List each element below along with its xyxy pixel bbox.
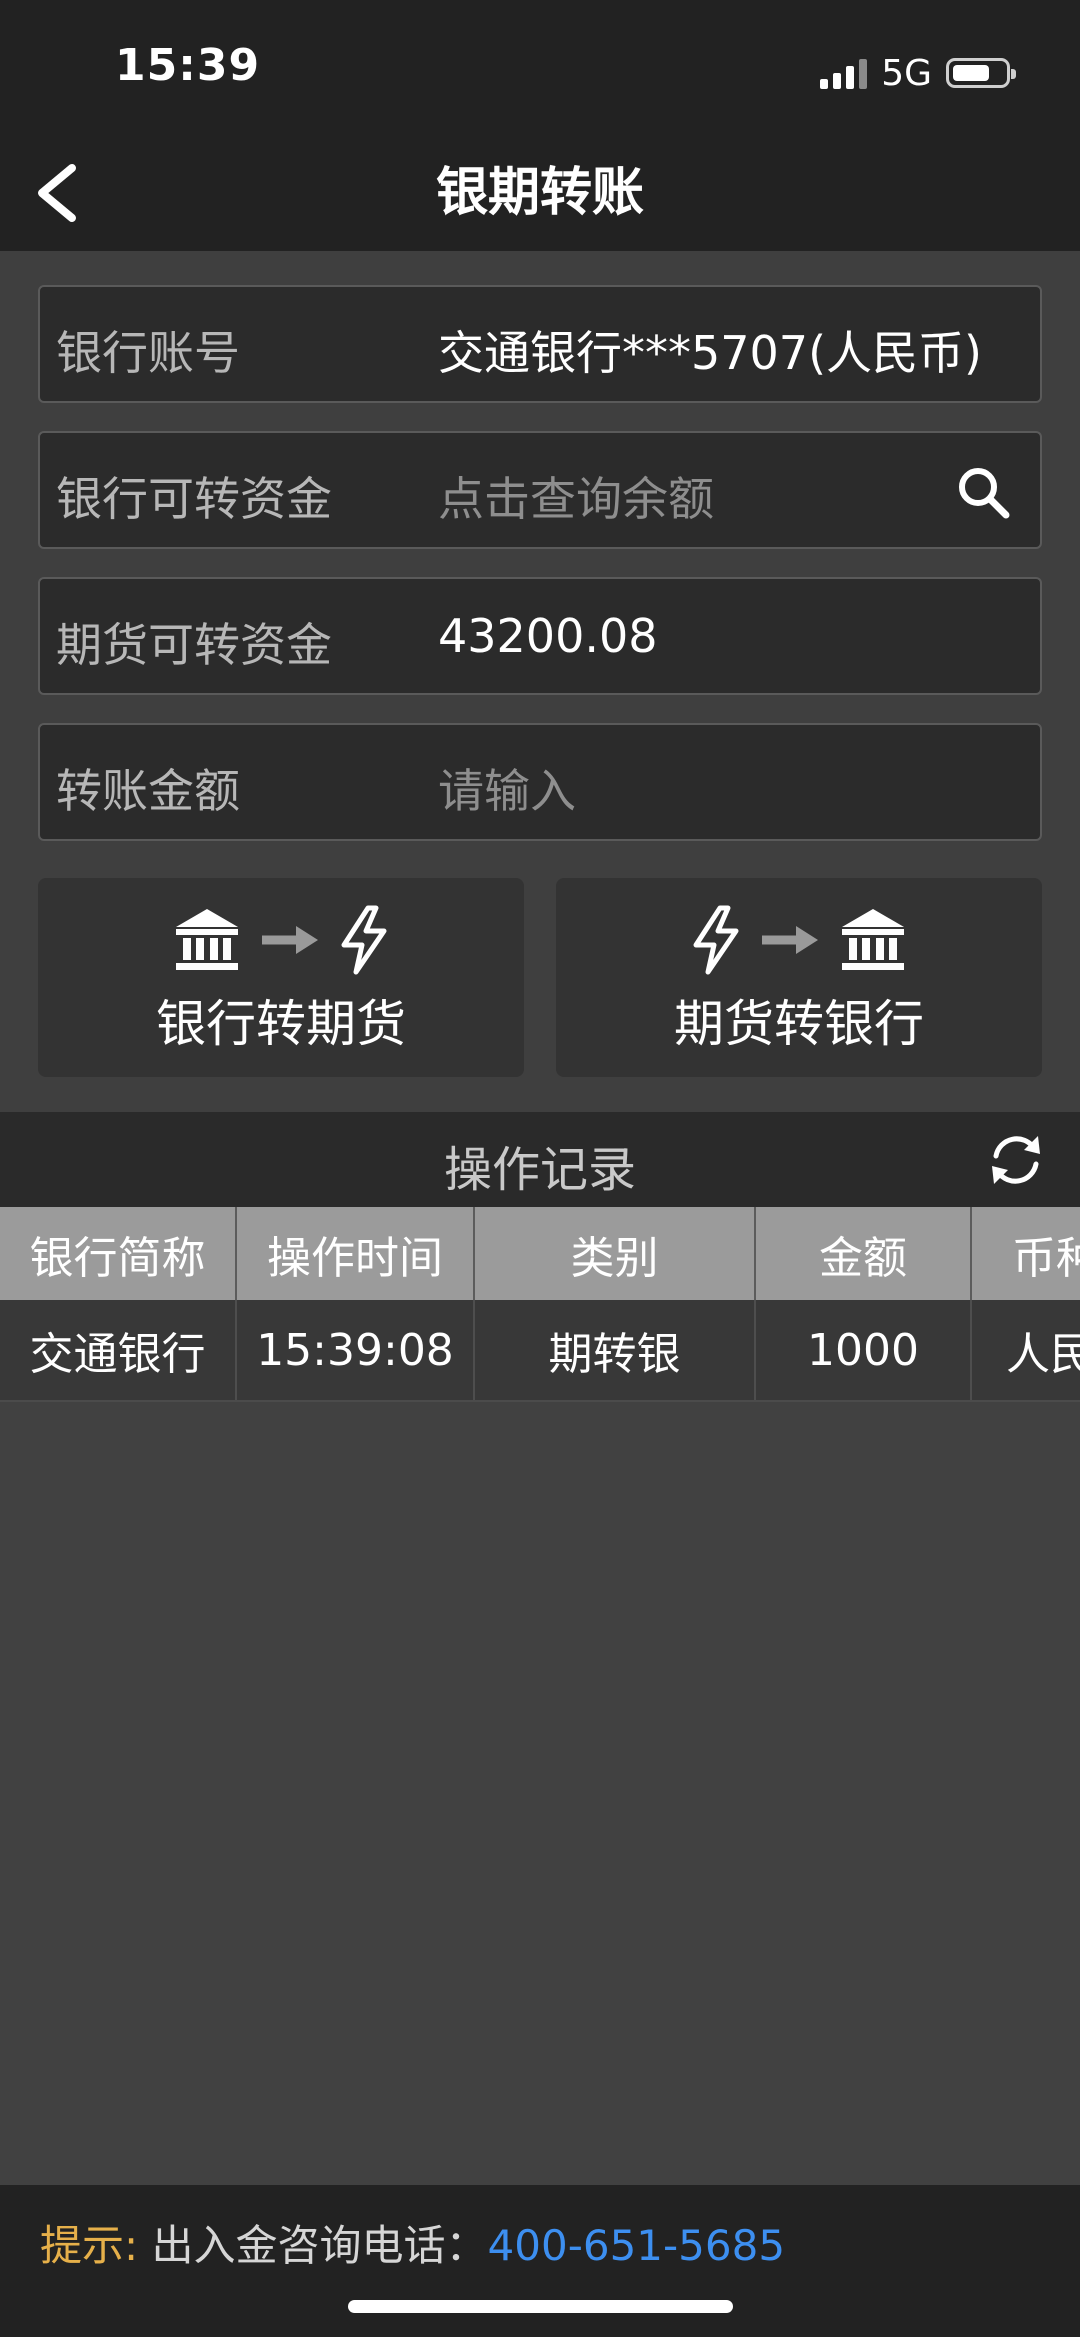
tip-text: 出入金咨询电话： — [151, 2221, 488, 2270]
transfer-amount-label: 转账金额 — [56, 764, 240, 818]
lightning-icon — [693, 905, 739, 975]
phone-link[interactable]: 400-651-5685 — [488, 2221, 786, 2270]
bank-to-futures-label: 银行转期货 — [156, 995, 406, 1053]
refresh-icon[interactable] — [986, 1130, 1046, 1190]
table-row[interactable]: 交通银行 15:39:08 期转银 1000 人民币 — [0, 1300, 1080, 1402]
search-icon[interactable] — [954, 463, 1012, 521]
signal-icon — [820, 57, 868, 89]
tip-label: 提示: — [40, 2221, 139, 2270]
futures-transferable-row: 期货可转资金 43200.08 — [38, 577, 1042, 695]
futures-transferable-value: 43200.08 — [438, 609, 658, 663]
bank-account-label: 银行账号 — [56, 326, 240, 380]
column-header: 金额 — [756, 1207, 972, 1300]
lightning-icon — [341, 905, 387, 975]
bank-transferable-label: 银行可转资金 — [56, 472, 332, 526]
records-title: 操作记录 — [443, 1142, 636, 1198]
status-indicators: 5G — [820, 48, 1016, 98]
bank-transferable-row[interactable]: 银行可转资金 点击查询余额 — [38, 431, 1042, 549]
bank-account-row[interactable]: 银行账号 交通银行***5707(人民币) — [38, 285, 1042, 403]
query-balance-placeholder[interactable]: 点击查询余额 — [438, 463, 714, 529]
home-indicator — [348, 2300, 733, 2313]
table-cell: 期转银 — [475, 1300, 756, 1400]
bank-to-futures-button[interactable]: 银行转期货 — [38, 878, 524, 1077]
arrow-right-icon — [762, 926, 818, 954]
bank-icon — [176, 909, 238, 970]
column-header: 银行简称 — [0, 1207, 237, 1300]
column-header: 类别 — [475, 1207, 756, 1300]
transfer-amount-row[interactable]: 转账金额 请输入 — [38, 723, 1042, 841]
table-cell: 交通银行 — [0, 1300, 237, 1400]
transfer-amount-input[interactable]: 请输入 — [438, 755, 576, 821]
column-header: 操作时间 — [237, 1207, 475, 1300]
bank-account-value: 交通银行***5707(人民币) — [438, 326, 982, 380]
futures-to-bank-label: 期货转银行 — [674, 995, 924, 1053]
table-cell: 1000 — [756, 1300, 972, 1400]
bank-icon — [842, 909, 904, 970]
page-title: 银期转账 — [435, 163, 644, 223]
table-header-row: 银行简称 操作时间 类别 金额 币种 — [0, 1207, 1080, 1300]
status-time: 15:39 — [115, 40, 261, 91]
column-header: 币种 — [1012, 1232, 1080, 1284]
network-type: 5G — [881, 52, 932, 94]
futures-to-bank-button[interactable]: 期货转银行 — [556, 878, 1042, 1077]
futures-transferable-label: 期货可转资金 — [56, 618, 332, 672]
table-cell: 人民币 — [1006, 1329, 1080, 1380]
battery-icon — [946, 58, 1016, 88]
table-cell: 15:39:08 — [237, 1300, 475, 1400]
footer-tip: 提示: 出入金咨询电话：400-651-5685 — [40, 2212, 785, 2273]
arrow-right-icon — [262, 926, 318, 954]
